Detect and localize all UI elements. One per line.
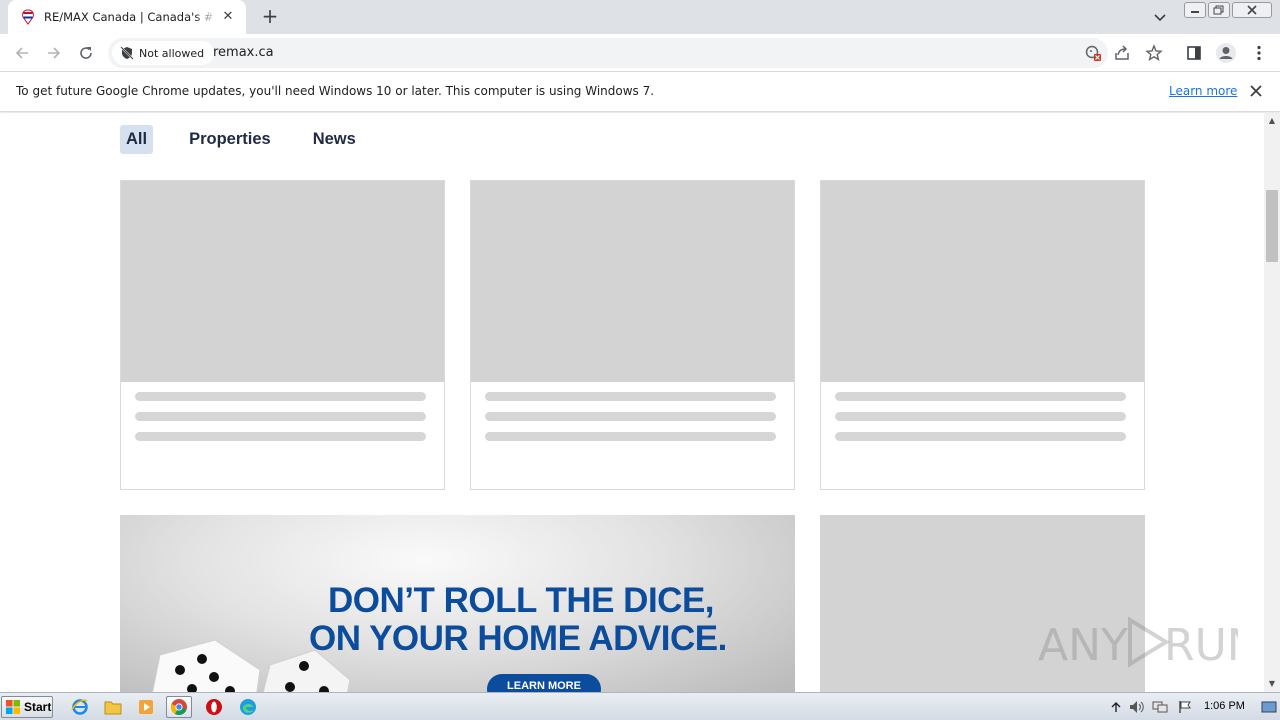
filter-tabs: All Properties News: [120, 123, 392, 155]
new-tab-plus-icon[interactable]: +: [259, 6, 281, 28]
infobar-close-icon[interactable]: [1248, 83, 1264, 99]
anyrun-watermark: ANY RUN: [1038, 607, 1238, 677]
chrome-taskbar-icon[interactable]: [166, 696, 192, 718]
card-image-placeholder: [471, 181, 794, 382]
tab-search-chevron-icon[interactable]: [1150, 8, 1170, 26]
share-icon[interactable]: [1113, 44, 1131, 62]
filter-tab-properties[interactable]: Properties: [183, 125, 277, 154]
promo-headline-1: DON’T ROLL THE DICE,: [328, 581, 715, 620]
more-menu-icon[interactable]: [1249, 43, 1269, 63]
windows-taskbar: Start 1:06 PM: [0, 692, 1280, 720]
tab-strip: RE/MAX Canada | Canada's #1 Real Estate …: [0, 0, 1280, 34]
file-explorer-icon[interactable]: [100, 696, 126, 718]
skeleton-line: [135, 412, 426, 421]
skeleton-line: [835, 412, 1126, 421]
skeleton-line: [485, 412, 776, 421]
svg-text:ANY: ANY: [1038, 620, 1128, 671]
skeleton-line: [485, 432, 776, 441]
scrollbar-thumb[interactable]: [1266, 190, 1278, 262]
media-player-icon[interactable]: [133, 696, 159, 718]
tab-title: RE/MAX Canada | Canada's #1 Real Estate: [44, 10, 216, 24]
skeleton-line: [835, 392, 1126, 401]
loading-card[interactable]: [820, 180, 1145, 490]
skeleton-line: [485, 392, 776, 401]
reload-icon[interactable]: [74, 41, 98, 65]
page-content: All Properties News DON’T ROLL THE DICE,…: [0, 113, 1264, 692]
browser-tab[interactable]: RE/MAX Canada | Canada's #1 Real Estate …: [8, 0, 246, 34]
close-window-icon[interactable]: [1232, 2, 1272, 18]
loading-card[interactable]: [120, 180, 445, 490]
back-arrow-icon[interactable]: [10, 41, 34, 65]
browser-toolbar: Not allowed remax.ca: [0, 34, 1280, 72]
tab-close-icon[interactable]: ✕: [220, 9, 236, 25]
scroll-down-arrow-icon[interactable]: ▼: [1264, 676, 1280, 692]
update-infobar: To get future Google Chrome updates, you…: [0, 72, 1280, 112]
card-image-placeholder: [121, 181, 444, 382]
windows-logo-icon: [6, 700, 20, 714]
learn-more-button[interactable]: LEARN MORE: [487, 674, 601, 692]
blocked-shield-icon: [120, 46, 134, 60]
promo-banner[interactable]: DON’T ROLL THE DICE, ON YOUR HOME ADVICE…: [120, 515, 795, 692]
loading-card[interactable]: [470, 180, 795, 490]
opera-icon[interactable]: [201, 696, 227, 718]
skeleton-line: [135, 432, 426, 441]
edge-icon[interactable]: [235, 696, 261, 718]
scroll-up-arrow-icon[interactable]: ▲: [1264, 113, 1280, 129]
cookie-blocked-icon[interactable]: [1084, 44, 1102, 62]
url-text[interactable]: remax.ca: [213, 45, 274, 60]
address-bar[interactable]: Not allowed remax.ca: [108, 38, 1163, 68]
volume-icon[interactable]: [1129, 699, 1145, 715]
anyrun-logo-icon: ANY RUN: [1038, 616, 1238, 671]
start-button[interactable]: Start: [1, 696, 53, 718]
network-icon[interactable]: [1152, 699, 1168, 715]
minimize-window-icon[interactable]: [1184, 2, 1206, 18]
internet-explorer-icon[interactable]: [67, 696, 93, 718]
profile-avatar-icon[interactable]: [1215, 42, 1237, 64]
start-label: Start: [24, 700, 52, 714]
taskbar-clock[interactable]: 1:06 PM: [1204, 700, 1245, 712]
card-image-placeholder: [821, 181, 1144, 382]
show-desktop-icon[interactable]: [1260, 696, 1278, 718]
learn-more-link[interactable]: Learn more: [1169, 84, 1237, 98]
site-info-chip[interactable]: Not allowed: [112, 41, 215, 65]
filter-tab-news[interactable]: News: [307, 125, 362, 154]
promo-headline-2: ON YOUR HOME ADVICE.: [309, 619, 727, 658]
side-panel-icon[interactable]: [1184, 43, 1204, 63]
tray-expand-icon[interactable]: [1108, 699, 1124, 715]
filter-tab-all[interactable]: All: [120, 124, 154, 154]
restore-window-icon[interactable]: [1208, 2, 1230, 18]
remax-balloon-icon: [20, 9, 36, 25]
skeleton-line: [135, 392, 426, 401]
action-center-flag-icon[interactable]: [1177, 699, 1193, 715]
forward-arrow-icon[interactable]: [42, 41, 66, 65]
infobar-message: To get future Google Chrome updates, you…: [16, 84, 655, 98]
page-scrollbar[interactable]: ▲ ▼: [1264, 113, 1280, 692]
bookmark-star-icon[interactable]: [1145, 44, 1163, 62]
svg-text:RUN: RUN: [1164, 620, 1238, 671]
site-status-label: Not allowed: [139, 46, 205, 60]
skeleton-line: [835, 432, 1126, 441]
